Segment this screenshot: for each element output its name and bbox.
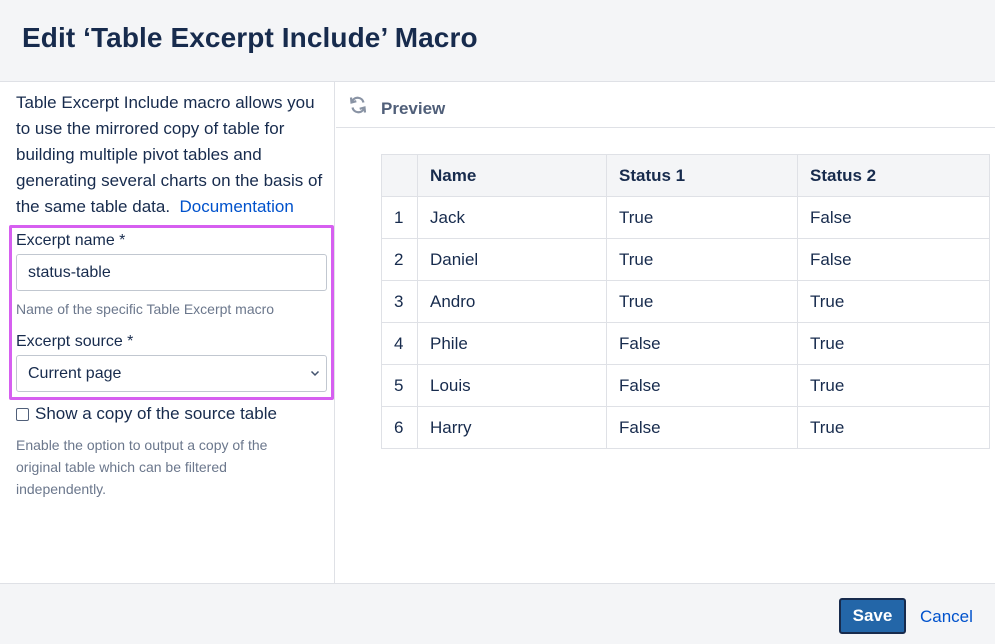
excerpt-name-label: Excerpt name * [16,232,126,249]
table-header-name: Name [417,154,607,197]
dialog-footer: Save Cancel [0,583,995,644]
macro-description: Table Excerpt Include macro allows you t… [16,90,331,220]
chevron-down-icon [310,356,320,405]
table-row: 2 Daniel True False [381,238,990,281]
table-row: 4 Phile False True [381,322,990,365]
preview-panel: Preview Name Status 1 Status 2 1 Jack Tr… [336,82,995,583]
show-copy-label: Show a copy of the source table [35,404,277,423]
macro-form-panel: Table Excerpt Include macro allows you t… [0,82,335,583]
table-row: 6 Harry False True [381,406,990,449]
table-cell: Louis [417,364,607,407]
table-cell: 2 [381,238,418,281]
excerpt-source-select[interactable]: Current page [16,355,327,392]
excerpt-source-label: Excerpt source * [16,333,134,350]
table-header-status1: Status 1 [606,154,798,197]
show-copy-row[interactable]: Show a copy of the source table [16,404,277,424]
preview-table: Name Status 1 Status 2 1 Jack True False… [381,154,990,449]
table-cell: False [797,196,990,239]
cancel-link[interactable]: Cancel [920,607,973,627]
show-copy-checkbox[interactable] [16,407,29,421]
table-cell: True [797,364,990,407]
table-header-status2: Status 2 [797,154,990,197]
table-cell: 5 [381,364,418,407]
table-cell: Phile [417,322,607,365]
table-cell: False [606,406,798,449]
preview-title: Preview [381,99,446,118]
table-cell: Andro [417,280,607,323]
excerpt-name-input[interactable]: status-table [16,254,327,291]
table-cell: Jack [417,196,607,239]
table-row: 3 Andro True True [381,280,990,323]
table-header-index [381,154,418,197]
table-header-row: Name Status 1 Status 2 [381,154,990,197]
dialog-header: Edit ‘Table Excerpt Include’ Macro [0,0,995,82]
table-cell: True [797,406,990,449]
table-cell: True [606,238,798,281]
table-cell: Harry [417,406,607,449]
table-row: 5 Louis False True [381,364,990,407]
preview-header: Preview [336,82,995,128]
table-cell: 6 [381,406,418,449]
table-cell: True [797,322,990,365]
table-row: 1 Jack True False [381,196,990,239]
table-cell: True [606,280,798,323]
table-cell: False [797,238,990,281]
table-cell: 1 [381,196,418,239]
dialog-title: Edit ‘Table Excerpt Include’ Macro [22,22,478,53]
excerpt-name-hint: Name of the specific Table Excerpt macro [16,301,275,317]
refresh-icon[interactable] [348,95,368,115]
excerpt-source-value: Current page [28,365,122,382]
documentation-link[interactable]: Documentation [180,197,294,216]
table-cell: False [606,364,798,407]
table-cell: False [606,322,798,365]
show-copy-hint: Enable the option to output a copy of th… [16,437,268,497]
table-cell: True [606,196,798,239]
save-button[interactable]: Save [839,598,906,634]
table-cell: True [797,280,990,323]
table-cell: 4 [381,322,418,365]
table-cell: Daniel [417,238,607,281]
table-cell: 3 [381,280,418,323]
